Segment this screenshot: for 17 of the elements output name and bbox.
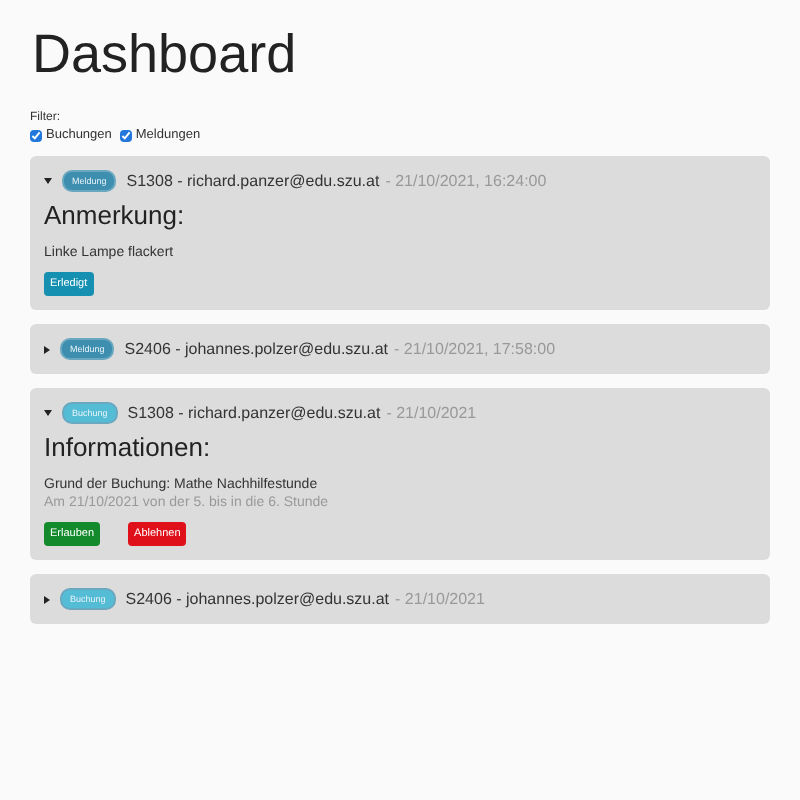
collapse-icon[interactable]	[44, 178, 52, 184]
collapse-icon[interactable]	[44, 410, 52, 416]
entry-date: - 21/10/2021, 17:58:00	[394, 340, 556, 358]
section-title: Anmerkung:	[44, 200, 187, 230]
entry-heading[interactable]: S1308 - richard.panzer@edu.szu.at	[127, 404, 381, 422]
entry-heading[interactable]: S2406 - johannes.polzer@edu.szu.at	[125, 590, 390, 608]
page-title: Dashboard	[32, 24, 299, 86]
entry-heading[interactable]: S1308 - richard.panzer@edu.szu.at	[126, 172, 380, 190]
filter-checkbox[interactable]	[30, 129, 42, 141]
entry-date: - 21/10/2021	[386, 404, 477, 422]
expand-icon[interactable]	[44, 345, 50, 353]
expand-icon[interactable]	[44, 595, 50, 603]
section-title: Informationen:	[44, 432, 213, 462]
filter-checkbox[interactable]	[119, 129, 132, 141]
entry-date: - 21/10/2021, 16:24:00	[385, 172, 547, 190]
entry-date: - 21/10/2021	[395, 590, 485, 608]
entry-heading[interactable]: S2406 - johannes.polzer@edu.szu.at	[124, 340, 389, 358]
